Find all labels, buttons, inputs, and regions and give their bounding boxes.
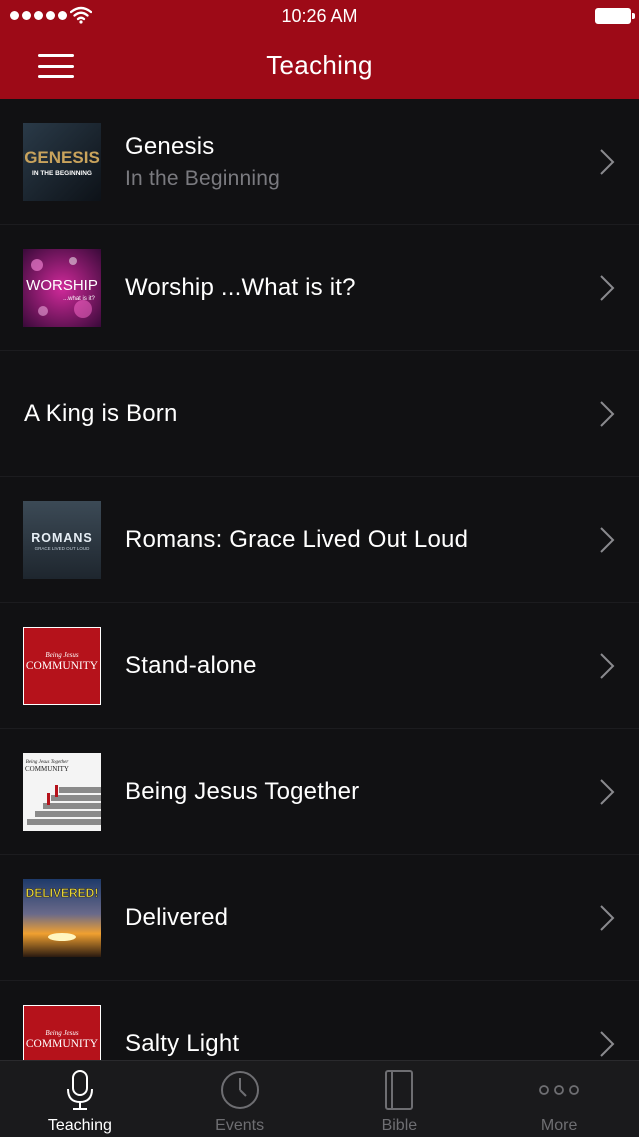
item-title: Being Jesus Together: [125, 777, 360, 805]
worship-thumbnail: WORSHIP ...what is it?: [23, 249, 101, 327]
list-item-being-jesus-together[interactable]: Being Jesus Together COMMUNITY Being Jes…: [0, 729, 639, 855]
stand-alone-thumbnail: Being Jesus COMMUNITY: [23, 627, 101, 705]
thumb-text: COMMUNITY: [26, 1038, 99, 1050]
list-item-worship[interactable]: WORSHIP ...what is it? Worship ...What i…: [0, 225, 639, 351]
more-dots-icon: [539, 1085, 580, 1095]
chevron-right-icon: [600, 526, 615, 553]
thumb-text: COMMUNITY: [25, 765, 69, 773]
chevron-right-icon: [600, 652, 615, 679]
nav-bar: Teaching: [0, 32, 639, 99]
chevron-right-icon: [600, 904, 615, 931]
chevron-right-icon: [600, 1030, 615, 1057]
chevron-right-icon: [600, 400, 615, 427]
item-title: Delivered: [125, 903, 229, 931]
signal-strength-icon: [10, 11, 67, 20]
item-title: Romans: Grace Lived Out Loud: [125, 525, 469, 553]
list-item-genesis[interactable]: GENESIS IN THE BEGINNING Genesis In the …: [0, 99, 639, 225]
item-title: Genesis: [125, 132, 215, 160]
book-icon: [385, 1070, 414, 1110]
page-title: Teaching: [266, 50, 373, 80]
hamburger-menu-icon[interactable]: [34, 50, 78, 82]
chevron-right-icon: [600, 274, 615, 301]
thumb-text: WORSHIP: [26, 277, 98, 294]
tab-bible[interactable]: Bible: [320, 1061, 480, 1137]
tab-label: Events: [215, 1117, 265, 1134]
tab-more[interactable]: More: [479, 1061, 639, 1137]
tab-events[interactable]: Events: [160, 1061, 320, 1137]
item-subtitle: In the Beginning: [125, 166, 280, 190]
list-item-stand-alone[interactable]: Being Jesus COMMUNITY Stand-alone: [0, 603, 639, 729]
list-item-romans[interactable]: ROMANS GRACE LIVED OUT LOUD Romans: Grac…: [0, 477, 639, 603]
delivered-thumbnail: DELIVERED!: [23, 879, 101, 957]
chevron-right-icon: [600, 778, 615, 805]
tab-label: More: [540, 1117, 578, 1134]
thumb-subtext: ...what is it?: [63, 296, 95, 302]
list-item-salty-light[interactable]: Being Jesus COMMUNITY Salty Light: [0, 981, 639, 1060]
microphone-icon: [66, 1070, 93, 1110]
clock-icon: [220, 1071, 259, 1109]
thumb-subtext: Being Jesus: [45, 651, 79, 659]
tab-teaching[interactable]: Teaching: [0, 1061, 160, 1137]
thumb-subtext: Being Jesus: [45, 1029, 79, 1037]
item-title: A King is Born: [24, 399, 178, 427]
chevron-right-icon: [600, 148, 615, 175]
list-item-a-king-is-born[interactable]: A King is Born: [0, 351, 639, 477]
salty-light-thumbnail: Being Jesus COMMUNITY: [23, 1005, 101, 1060]
list-item-delivered[interactable]: DELIVERED! Delivered: [0, 855, 639, 981]
status-bar: 10:26 AM: [0, 0, 639, 32]
thumb-text: GENESIS: [24, 148, 100, 167]
thumb-text: DELIVERED!: [26, 886, 99, 900]
thumb-text: COMMUNITY: [26, 660, 99, 672]
item-title: Worship ...What is it?: [125, 273, 356, 301]
being-jesus-together-thumbnail: Being Jesus Together COMMUNITY: [23, 753, 101, 831]
romans-thumbnail: ROMANS GRACE LIVED OUT LOUD: [23, 501, 101, 579]
thumb-subtext: IN THE BEGINNING: [32, 170, 92, 177]
item-title: Stand-alone: [125, 651, 257, 679]
tab-label: Teaching: [47, 1117, 112, 1134]
battery-icon: [595, 8, 635, 24]
series-list: GENESIS IN THE BEGINNING Genesis In the …: [0, 99, 639, 1060]
thumb-text: ROMANS: [31, 531, 93, 545]
item-title: Salty Light: [125, 1029, 240, 1057]
genesis-thumbnail: GENESIS IN THE BEGINNING: [23, 123, 101, 201]
status-time: 10:26 AM: [281, 5, 358, 26]
wifi-icon: [70, 6, 92, 24]
tab-bar: Teaching Events Bible More: [0, 1060, 639, 1137]
thumb-subtext: GRACE LIVED OUT LOUD: [35, 546, 90, 551]
tab-label: Bible: [381, 1117, 418, 1134]
